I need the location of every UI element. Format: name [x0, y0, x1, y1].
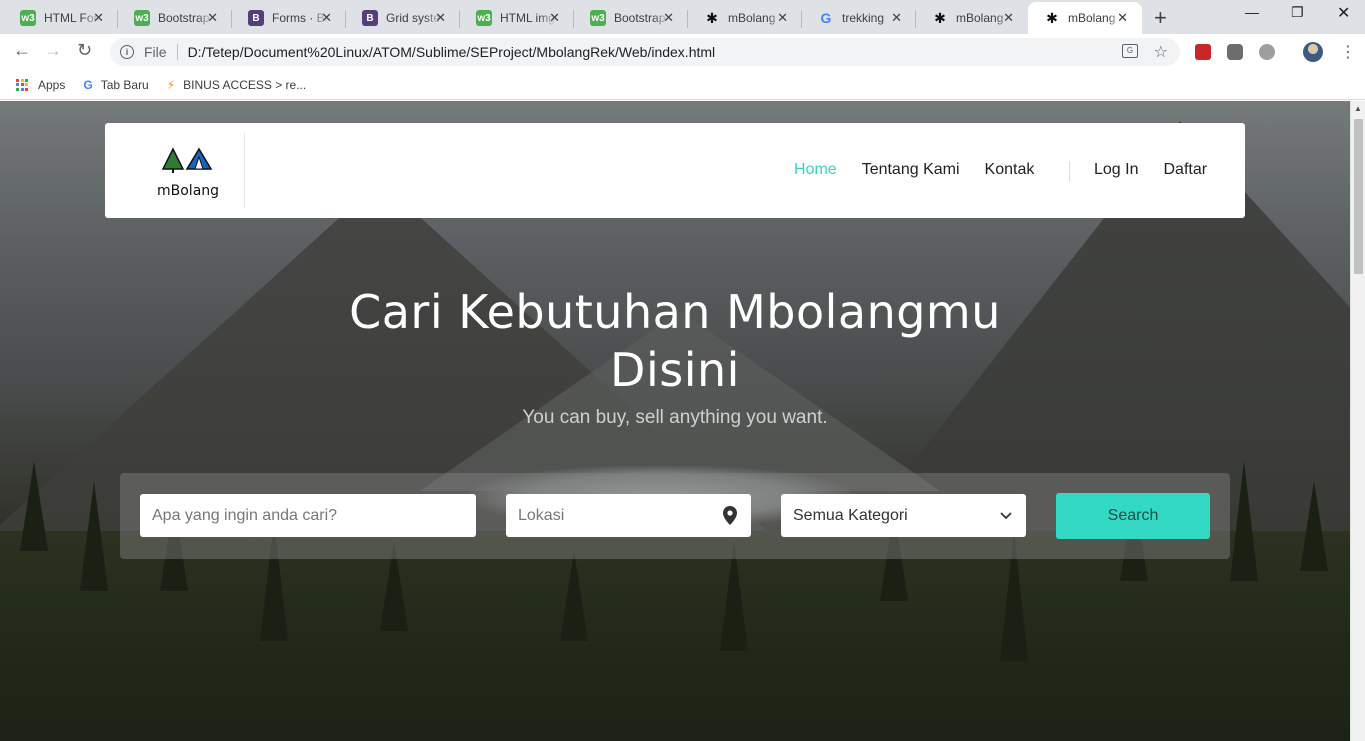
browser-tabstrip: w3 HTML Forms ✕ w3 Bootstrap ✕ B Forms ·… — [0, 0, 1365, 34]
logo-tent-icon — [161, 147, 213, 173]
browser-tab[interactable]: ✱ mBolang ✕ — [916, 2, 1028, 34]
avatar[interactable] — [1303, 42, 1323, 62]
tab-title: mBolang — [1068, 11, 1116, 25]
apps-grid-icon — [16, 78, 28, 91]
url-text[interactable]: D:/Tetep/Document%20Linux/ATOM/Sublime/S… — [188, 44, 716, 60]
close-icon[interactable]: ✕ — [435, 10, 446, 26]
location-input[interactable]: Lokasi — [506, 494, 751, 537]
restore-icon[interactable]: ❐ — [1291, 4, 1304, 21]
search-input-placeholder: Apa yang ingin anda cari? — [152, 506, 338, 524]
bookmarks-bar: Apps G Tab Baru ⚡ BINUS ACCESS > re... — [0, 70, 1365, 100]
scrollbar-thumb[interactable] — [1354, 119, 1363, 274]
bookmark-tab-baru[interactable]: G Tab Baru — [83, 78, 148, 92]
nav-register[interactable]: Daftar — [1163, 161, 1207, 179]
browser-tab[interactable]: w3 HTML img ✕ — [460, 2, 574, 34]
search-input[interactable]: Apa yang ingin anda cari? — [140, 494, 476, 537]
search-button[interactable]: Search — [1056, 493, 1210, 539]
address-bar[interactable]: i File D:/Tetep/Document%20Linux/ATOM/Su… — [110, 38, 1180, 66]
window-close-icon[interactable]: ✕ — [1337, 3, 1350, 23]
browser-toolbar: ← → ↻ i File D:/Tetep/Document%20Linux/A… — [0, 34, 1365, 70]
chevron-down-icon — [1000, 512, 1012, 520]
browser-tab[interactable]: w3 Bootstrap ✕ — [118, 2, 232, 34]
bookmark-label: Tab Baru — [100, 77, 149, 92]
close-icon[interactable]: ✕ — [1003, 10, 1014, 26]
bookmark-apps[interactable]: Apps — [16, 78, 65, 92]
nav-contact[interactable]: Kontak — [985, 161, 1035, 179]
category-select-value: Semua Kategori — [793, 506, 908, 524]
location-input-placeholder: Lokasi — [518, 506, 565, 524]
hero-subtitle: You can buy, sell anything you want. — [522, 407, 828, 428]
bootstrap-icon: B — [362, 10, 378, 26]
main-nav: Home Tentang Kami Kontak — [794, 161, 1059, 179]
binus-icon: ⚡ — [166, 77, 176, 92]
extension-icon[interactable] — [1195, 44, 1211, 60]
nav-login[interactable]: Log In — [1094, 161, 1138, 179]
close-icon[interactable]: ✕ — [93, 10, 104, 26]
tab-title: mBolang — [728, 11, 776, 25]
logo-text: mBolang — [157, 183, 220, 199]
bookmark-binus-access[interactable]: ⚡ BINUS ACCESS > re... — [167, 78, 306, 92]
browser-tab[interactable]: w3 HTML Forms ✕ — [4, 2, 118, 34]
bookmark-star-icon[interactable]: ☆ — [1154, 42, 1168, 62]
tab-title: Bootstrap — [614, 11, 666, 25]
page-scrollbar[interactable]: ▲ — [1350, 101, 1365, 741]
close-icon[interactable]: ✕ — [663, 10, 674, 26]
google-icon: G — [83, 77, 93, 92]
google-icon: G — [820, 10, 832, 26]
browser-tab[interactable]: w3 Bootstrap ✕ — [574, 2, 688, 34]
tab-title: trekking — [842, 11, 885, 25]
translate-icon[interactable]: G — [1122, 44, 1138, 58]
back-icon[interactable]: ← — [13, 40, 31, 61]
forward-icon[interactable]: → — [44, 40, 62, 61]
auth-nav: Log In Daftar — [1094, 161, 1232, 179]
navbar: mBolang Home Tentang Kami Kontak Log In … — [105, 123, 1245, 218]
close-icon[interactable]: ✕ — [321, 10, 332, 26]
bootstrap-icon: B — [248, 10, 264, 26]
category-select[interactable]: Semua Kategori — [781, 494, 1026, 537]
nav-home[interactable]: Home — [794, 161, 837, 179]
page-viewport: mBolang Home Tentang Kami Kontak Log In … — [0, 101, 1350, 741]
browser-tab[interactable]: G trekking ✕ — [802, 2, 916, 34]
info-icon[interactable]: i — [120, 45, 134, 59]
close-icon[interactable]: ✕ — [777, 10, 788, 26]
hero-title: Cari Kebutuhan Mbolangmu Disini — [349, 285, 1001, 397]
browser-tab[interactable]: B Forms · Bootstrap ✕ — [232, 2, 346, 34]
browser-tab[interactable]: B Grid system ✕ — [346, 2, 460, 34]
scroll-up-icon[interactable]: ▲ — [1354, 104, 1362, 113]
tab-title: HTML Forms — [44, 11, 100, 25]
w3schools-icon: w3 — [476, 10, 492, 26]
search-panel: Apa yang ingin anda cari? Lokasi Semua K… — [120, 473, 1230, 559]
site-logo[interactable]: mBolang — [135, 133, 245, 208]
close-icon[interactable]: ✕ — [1117, 10, 1128, 26]
w3schools-icon: w3 — [134, 10, 150, 26]
mbolang-icon: ✱ — [706, 9, 718, 26]
close-icon[interactable]: ✕ — [891, 10, 902, 26]
map-pin-icon — [723, 506, 737, 525]
menu-icon[interactable]: ⋮ — [1340, 42, 1356, 62]
new-tab-icon[interactable]: + — [1154, 5, 1167, 31]
close-icon[interactable]: ✕ — [549, 10, 560, 26]
close-icon[interactable]: ✕ — [207, 10, 218, 26]
bookmark-label: Apps — [38, 77, 66, 92]
extension-compass-icon[interactable] — [1259, 44, 1275, 60]
scheme-label: File — [144, 44, 167, 60]
bookmark-label: BINUS ACCESS > re... — [183, 77, 307, 92]
reload-icon[interactable]: ↻ — [77, 40, 92, 61]
tab-title: Bootstrap — [158, 11, 210, 25]
extension-chat-icon[interactable] — [1227, 44, 1243, 60]
mbolang-icon: ✱ — [1046, 9, 1058, 26]
tab-title: Forms · Bootstrap — [272, 11, 328, 25]
browser-tab[interactable]: ✱ mBolang ✕ — [688, 2, 802, 34]
mbolang-icon: ✱ — [934, 9, 946, 26]
nav-divider — [1069, 161, 1070, 181]
tab-title: HTML img — [500, 11, 555, 25]
w3schools-icon: w3 — [590, 10, 606, 26]
nav-about[interactable]: Tentang Kami — [862, 161, 960, 179]
browser-tab-active[interactable]: ✱ mBolang ✕ — [1028, 2, 1142, 34]
minimize-icon[interactable]: — — [1245, 4, 1259, 20]
w3schools-icon: w3 — [20, 10, 36, 26]
tab-title: Grid system — [386, 11, 442, 25]
